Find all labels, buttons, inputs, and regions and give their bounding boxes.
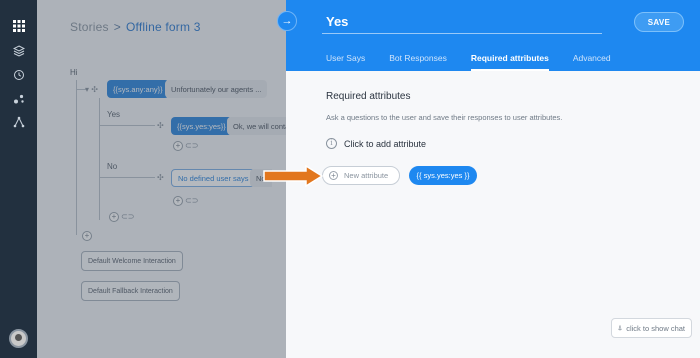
show-chat-button[interactable]: ⍋ click to show chat [610, 318, 692, 338]
section-title: Required attributes [326, 91, 411, 102]
plus-icon: + [329, 171, 338, 180]
add-attribute-link[interactable]: Click to add attribute [344, 139, 426, 149]
tab-user-says[interactable]: User Says [326, 53, 365, 71]
history-icon[interactable] [10, 66, 27, 83]
show-chat-label: click to show chat [626, 323, 685, 333]
tab-bot-responses[interactable]: Bot Responses [389, 53, 447, 71]
pointer-arrow-icon [263, 165, 324, 187]
overlay-dim [37, 0, 286, 358]
story-canvas: Stories > Offline form 3 Hi ▾ ✣ {{sys.any:… [37, 0, 286, 358]
grid-icon[interactable] [10, 17, 27, 34]
attribute-chip[interactable]: {{ sys.yes:yes }} [409, 166, 477, 185]
panel-header: Yes SAVE User Says Bot Responses Require… [286, 0, 700, 71]
avatar[interactable] [9, 329, 28, 348]
info-icon: i [326, 138, 337, 149]
chat-icon: ⍋ [617, 323, 623, 332]
new-attribute-input[interactable]: + New attribute [322, 166, 400, 185]
new-attribute-placeholder: New attribute [344, 171, 389, 180]
share-icon[interactable] [10, 113, 27, 130]
arrow-right-icon[interactable]: → [277, 11, 297, 31]
title-underline [322, 33, 602, 34]
interaction-panel: Yes SAVE User Says Bot Responses Require… [286, 0, 700, 358]
tab-advanced[interactable]: Advanced [573, 53, 611, 71]
interaction-title-input[interactable]: Yes [326, 14, 348, 29]
save-button[interactable]: SAVE [634, 12, 684, 32]
app: Stories > Offline form 3 Hi ▾ ✣ {{sys.any:… [0, 0, 700, 358]
nodes-icon[interactable] [10, 90, 27, 107]
tab-required-attributes[interactable]: Required attributes [470, 53, 549, 71]
layers-icon[interactable] [10, 42, 27, 59]
add-attribute-row[interactable]: i Click to add attribute [326, 138, 426, 149]
left-rail [0, 0, 37, 358]
panel-tabs: User Says Bot Responses Required attribu… [326, 53, 635, 71]
section-description: Ask a questions to the user and save the… [326, 113, 563, 122]
